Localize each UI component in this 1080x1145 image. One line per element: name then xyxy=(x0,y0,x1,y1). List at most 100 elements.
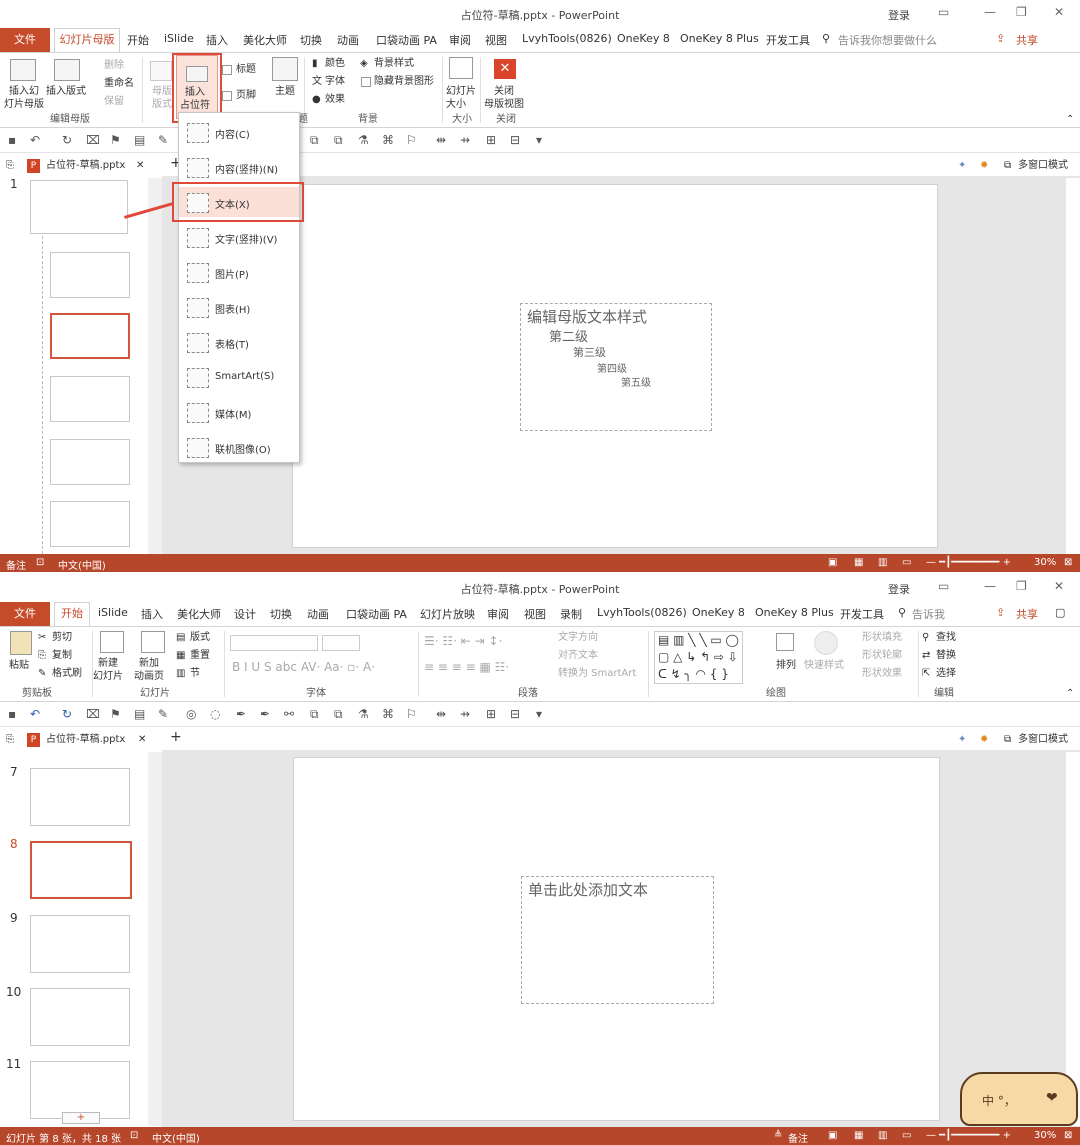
rename-button[interactable]: 重命名 xyxy=(104,77,134,90)
login-link[interactable]: 登录 xyxy=(888,581,910,597)
tab-animations[interactable]: 动画 xyxy=(307,606,329,622)
copy-button[interactable]: 复制 xyxy=(52,649,72,662)
new-tab-icon[interactable]: + xyxy=(170,730,182,744)
font-format-icons[interactable]: B I U S abc AV· Aa· ▫· A· xyxy=(232,661,375,674)
toolbar-icon[interactable]: ✒ xyxy=(236,707,246,721)
toolbar-icon[interactable]: ⧉ xyxy=(334,133,343,148)
settings-icon[interactable]: ✹ xyxy=(980,159,988,172)
slide-thumbnail-selected[interactable] xyxy=(30,841,132,899)
paste-button[interactable]: 粘贴 xyxy=(9,659,29,672)
new-slide-button[interactable]: 新建 幻灯片 xyxy=(93,657,123,683)
tab-animations[interactable]: 动画 xyxy=(337,32,359,48)
tab-file[interactable]: 文件 xyxy=(0,28,50,52)
tab-view[interactable]: 视图 xyxy=(485,32,507,48)
slide-scrollbar[interactable] xyxy=(1066,178,1080,554)
tab-developer[interactable]: 开发工具 xyxy=(766,32,810,48)
tab-lvyhtools[interactable]: LvyhTools(0826) xyxy=(597,606,687,619)
new-anim-page-button[interactable]: 新加 动画页 xyxy=(134,657,164,683)
close-master-view-button[interactable]: 关闭 母版视图 xyxy=(484,85,524,111)
undo-icon[interactable]: ↶ xyxy=(30,707,40,721)
add-slide-button[interactable]: + xyxy=(62,1112,100,1124)
themes-button[interactable]: 主题 xyxy=(275,85,295,98)
toolbar-icon[interactable]: ▤ xyxy=(134,133,145,147)
fit-window-icon[interactable]: ⊠ xyxy=(1064,557,1072,568)
toolbar-icon[interactable]: ⚯ xyxy=(284,707,294,721)
tab-pocket-anim[interactable]: 口袋动画 PA xyxy=(376,32,437,48)
thumbnail-scrollbar[interactable] xyxy=(148,752,162,1126)
align-text-button[interactable]: 对齐文本 xyxy=(558,649,598,662)
toolbar-icon[interactable]: ⇹ xyxy=(436,707,446,721)
menu-item-smartart[interactable]: SmartArt(S) xyxy=(179,362,299,392)
fit-window-icon[interactable]: ⊠ xyxy=(1064,1130,1072,1141)
toolbar-icon[interactable]: ◌ xyxy=(210,707,220,721)
comments-icon[interactable]: ▢ xyxy=(1055,606,1065,619)
tab-transitions[interactable]: 切换 xyxy=(300,32,322,48)
layout-thumbnail[interactable] xyxy=(50,439,130,485)
delete-button[interactable]: 删除 xyxy=(104,59,124,72)
toolbar-icon[interactable]: ✎ xyxy=(158,133,168,147)
tab-developer[interactable]: 开发工具 xyxy=(840,606,884,622)
tab-lvyhtools[interactable]: LvyhTools(0826) xyxy=(522,32,612,45)
toolbar-icon[interactable]: ⚗ xyxy=(358,133,369,147)
layout-button[interactable]: 版式 xyxy=(190,631,210,644)
redo-icon[interactable]: ↻ xyxy=(62,133,72,147)
find-button[interactable]: 查找 xyxy=(936,631,956,644)
select-button[interactable]: 选择 xyxy=(936,667,956,680)
format-painter-button[interactable]: 格式刷 xyxy=(52,667,82,680)
tab-insert[interactable]: 插入 xyxy=(206,32,228,48)
toolbar-icon[interactable]: ✒ xyxy=(260,707,270,721)
login-link[interactable]: 登录 xyxy=(888,7,910,23)
tell-me-input[interactable]: 告诉我 xyxy=(912,606,945,622)
toolbar-icon[interactable]: ⊟ xyxy=(510,707,520,721)
minimize-icon[interactable]: — xyxy=(984,5,996,19)
toolbar-icon[interactable]: ⌘ xyxy=(382,133,394,147)
minimize-icon[interactable]: — xyxy=(984,579,996,593)
tab-onekey8plus[interactable]: OneKey 8 Plus xyxy=(755,606,834,619)
slide-canvas[interactable]: 编辑母版文本样式 第二级 第三级 第四级 第五级 xyxy=(292,184,938,548)
share-button[interactable]: 共享 xyxy=(1016,32,1038,48)
text-placeholder[interactable]: 编辑母版文本样式 第二级 第三级 第四级 第五级 xyxy=(520,303,712,431)
shape-effects-button[interactable]: 形状效果 xyxy=(862,667,902,680)
view-slideshow-icon[interactable]: ▭ xyxy=(902,1130,911,1141)
tab-home[interactable]: 开始 xyxy=(54,602,90,627)
tab-slideshow[interactable]: 幻灯片放映 xyxy=(420,606,475,622)
comments-icon[interactable]: ⊡ xyxy=(36,557,44,568)
document-tab[interactable]: 占位符-草稿.pptx xyxy=(46,159,125,172)
view-normal-icon[interactable]: ▣ xyxy=(828,1130,837,1141)
zoom-slider[interactable]: — ━┃━━━━━━━━ + xyxy=(926,1130,1011,1141)
collapse-ribbon-icon[interactable]: ⌃ xyxy=(1066,113,1074,126)
tab-review[interactable]: 审阅 xyxy=(487,606,509,622)
restore-icon[interactable]: ❐ xyxy=(1016,5,1027,19)
replace-button[interactable]: 替换 xyxy=(936,649,956,662)
view-normal-icon[interactable]: ▣ xyxy=(828,557,837,568)
collapse-ribbon-icon[interactable]: ⌃ xyxy=(1066,687,1074,700)
toolbar-icon[interactable]: ⇹ xyxy=(436,133,446,147)
document-tab[interactable]: 占位符-草稿.pptx xyxy=(46,733,125,746)
layout-thumbnail[interactable] xyxy=(50,252,130,298)
tab-islide[interactable]: iSlide xyxy=(98,606,128,619)
toolbar-icon[interactable]: ▤ xyxy=(134,707,145,721)
toolbar-icon[interactable]: ⚐ xyxy=(406,133,417,147)
master-thumbnail[interactable] xyxy=(30,180,128,234)
tab-record[interactable]: 录制 xyxy=(560,606,582,622)
ime-cat-widget[interactable]: 中 °， ❤ xyxy=(960,1072,1078,1126)
layout-thumbnail[interactable] xyxy=(50,376,130,422)
view-sorter-icon[interactable]: ▦ xyxy=(854,557,863,568)
close-tab-icon[interactable]: ✕ xyxy=(136,159,144,172)
tab-islide[interactable]: iSlide xyxy=(164,32,194,45)
toolbar-icon[interactable]: ⚐ xyxy=(406,707,417,721)
menu-item-text-vertical[interactable]: 文字(竖排)(V) xyxy=(179,222,299,252)
tab-transitions[interactable]: 切换 xyxy=(270,606,292,622)
toolbar-icon[interactable]: ⌘ xyxy=(382,707,394,721)
tab-slide-master[interactable]: 幻灯片母版 xyxy=(54,28,120,53)
reset-button[interactable]: 重置 xyxy=(190,649,210,662)
toolbar-icon[interactable]: ⚑ xyxy=(110,133,121,147)
close-icon[interactable]: ✕ xyxy=(1054,579,1064,593)
toolbar-icon[interactable]: ⧉ xyxy=(310,133,319,148)
shapes-gallery[interactable]: ▤ ▥ ╲ ╲ ▭ ◯ ▢ △ ↳ ↰ ⇨ ⇩ ᑕ ↯ ╮ ◠ { } xyxy=(654,631,743,684)
menu-item-table[interactable]: 表格(T) xyxy=(179,327,299,357)
tab-design[interactable]: 设计 xyxy=(234,606,256,622)
language-indicator[interactable]: 中文(中国) xyxy=(152,1130,200,1145)
toolbar-icon[interactable]: ⌧ xyxy=(86,707,100,721)
language-indicator[interactable]: 中文(中国) xyxy=(58,557,106,572)
